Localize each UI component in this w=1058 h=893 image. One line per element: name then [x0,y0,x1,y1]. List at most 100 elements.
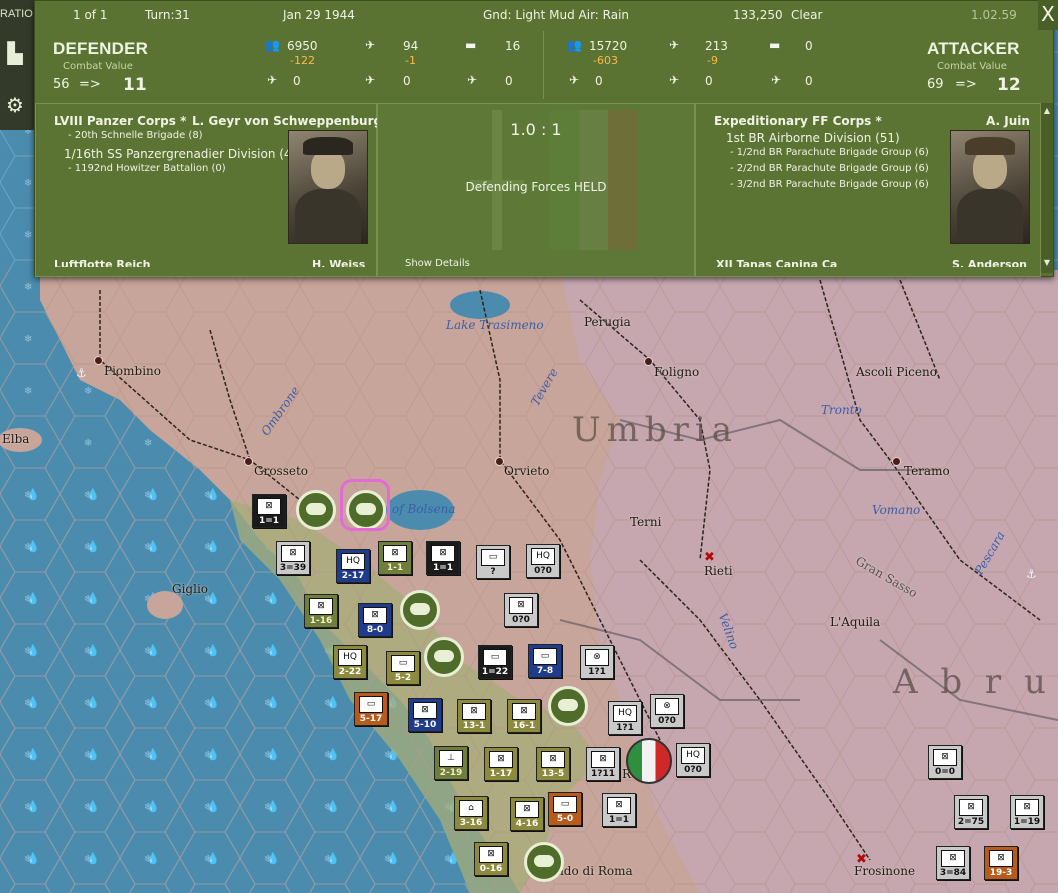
factory-icon[interactable]: ▙ [2,40,28,66]
unit-counter-armor[interactable] [548,686,588,726]
version-label: 1.02.59 [971,8,1017,22]
defender-aircraft-loss: -1 [405,54,416,67]
city-marker[interactable] [244,457,253,466]
unit-counter[interactable]: ⊠ 1-1 [378,541,412,575]
city-label-teramo[interactable]: Teramo [904,464,950,478]
city-marker[interactable] [495,457,504,466]
page-indicator: 1 of 1 [73,8,108,22]
unit-counter[interactable]: HQ 1?1 [608,701,642,735]
unit-counter[interactable]: ⊠ 1?11 [586,747,620,781]
city-label-terni[interactable]: Terni [630,515,661,529]
city-label-lido-di-roma[interactable]: Lido di Roma [552,864,633,878]
attacker-unit-line: - 1/2nd BR Parachute Brigade Group (6) [730,147,929,158]
city-marker-rieti[interactable]: ✖ [704,550,715,565]
unit-counter[interactable]: ⊠ 13-5 [536,747,570,781]
attacker-air-corps: XII Tanas Canina Ca [716,258,838,267]
unit-counter[interactable]: ⊗ 1?1 [580,645,614,679]
anchor-icon: ⚓ [1026,567,1037,581]
city-label-laquila[interactable]: L'Aquila [830,615,880,629]
unit-counter[interactable]: HQ 0?0 [526,544,560,578]
unit-counter[interactable]: ⊠ 8-0 [358,603,392,637]
rome-objective-flag[interactable] [626,738,672,784]
close-panel-button[interactable]: X [1038,0,1058,30]
city-label-elba[interactable]: Elba [2,432,29,446]
unit-counter[interactable]: ▭ 5-0 [548,792,582,826]
water-label-vomano: Vomano [872,503,921,517]
unit-counter[interactable]: ⌂ 3-16 [454,796,488,830]
defender-infantry-loss: -122 [290,54,315,67]
water-label-lake-trasimeno: Lake Trasimeno [446,318,544,332]
city-label-giglio[interactable]: Giglio [172,582,208,596]
unit-counter[interactable]: ⊠ 19-3 [984,846,1018,880]
fighter-icon: ✈ [569,73,580,87]
attacker-cv-arrow: => [955,77,977,92]
show-details-link[interactable]: Show Details [405,258,470,269]
attacker-forces-box: Expeditionary FF Corps * A. Juin 1st BR … [695,103,1041,277]
city-marker[interactable] [892,457,901,466]
defender-commander-portrait [288,130,368,244]
defender-cv-before: 56 [53,77,70,92]
selection-highlight [340,479,390,531]
panel-scrollbar[interactable]: ▲ ▼ [1041,103,1053,273]
unit-counter[interactable]: ⊠ 3=39 [276,541,310,575]
aircraft-icon: ✈ [365,38,376,52]
defender-unit-line: - 20th Schnelle Brigade (8) [68,130,203,141]
battle-outcome: Defending Forces HELD [465,180,607,194]
unit-counter[interactable]: ⊠ 1=1 [252,494,286,528]
turn-label: Turn:31 [145,8,190,22]
aircraft-icon: ✈ [669,38,680,52]
city-label-grosseto[interactable]: Grosseto [254,464,308,478]
unit-counter[interactable]: ⊥ 2-19 [434,746,468,780]
unit-counter[interactable]: ⊠ 0-16 [474,842,508,876]
unit-counter-armor[interactable] [524,842,564,882]
unit-counter[interactable]: ⊠ 3=84 [936,846,970,880]
city-label-orvieto[interactable]: Orvieto [504,464,549,478]
fighter-icon: ✈ [267,73,278,87]
unit-counter[interactable]: ⊠ 0=0 [928,745,962,779]
infantry-icon: 👥 [567,38,582,52]
unit-counter[interactable]: HQ 2-22 [333,645,367,679]
water-label-bolsena: of Bolsena [392,502,456,516]
unit-counter[interactable]: ▭ 5-2 [386,651,420,685]
unit-counter[interactable]: ▭ 5-17 [354,692,388,726]
header-divider [543,31,544,99]
unit-counter[interactable]: ⊠ 0?0 [504,593,538,627]
transport-icon: ✈ [771,73,782,87]
unit-counter[interactable]: ⊗ 0?0 [650,694,684,728]
city-marker[interactable] [644,357,653,366]
unit-counter[interactable]: ⊠ 1=19 [1010,795,1044,829]
city-marker[interactable] [94,356,103,365]
attacker-title: ATTACKER [927,39,1020,58]
unit-counter[interactable]: ⊠ 1-16 [304,594,338,628]
attacker-cv-after: 12 [997,75,1021,95]
unit-counter[interactable]: ⊠ 5-10 [408,698,442,732]
unit-counter[interactable]: ▭? [476,545,510,579]
city-label-frosinone[interactable]: Frosinone [854,864,915,878]
city-label-perugia[interactable]: Perugia [584,315,631,329]
unit-counter[interactable]: ⊠ 13-1 [457,699,491,733]
city-label-ascoli-piceno[interactable]: Ascoli Piceno [856,365,937,379]
scroll-up-arrow-icon[interactable]: ▲ [1042,105,1052,117]
defender-cv-after: 11 [123,75,147,95]
unit-counter[interactable]: ⊠ 2=75 [954,795,988,829]
unit-counter[interactable]: ⊠ 16-1 [507,699,541,733]
unit-counter-armor[interactable] [400,590,440,630]
unit-counter[interactable]: ⊠ 1=1 [426,541,460,575]
city-label-foligno[interactable]: Foligno [654,365,699,379]
panel-top-strip: 1 of 1 Turn:31 Jan 29 1944 Gnd: Light Mu… [35,1,1053,29]
unit-counter-armor[interactable] [424,637,464,677]
unit-counter[interactable]: ▭ 7-8 [528,644,562,678]
unit-counter[interactable]: ⊠ 4-16 [510,797,544,831]
gear-icon[interactable]: ⚙ [2,92,28,118]
unit-counter[interactable]: HQ 2-17 [336,549,370,583]
lake-trasimeno [450,291,510,319]
unit-counter[interactable]: ▭ 1=22 [478,645,512,679]
city-label-piombino[interactable]: Piombino [104,364,161,378]
scroll-down-arrow-icon[interactable]: ▼ [1042,257,1052,269]
unit-counter[interactable]: HQ 0?0 [676,743,710,777]
unit-counter[interactable]: ⊠ 1-17 [484,747,518,781]
city-label-rieti[interactable]: Rieti [704,564,733,578]
unit-counter[interactable]: ⊠ 1=1 [602,793,636,827]
weather-label: Clear [791,8,823,22]
defender-air-corps: Luftflotte Reich [54,258,151,267]
